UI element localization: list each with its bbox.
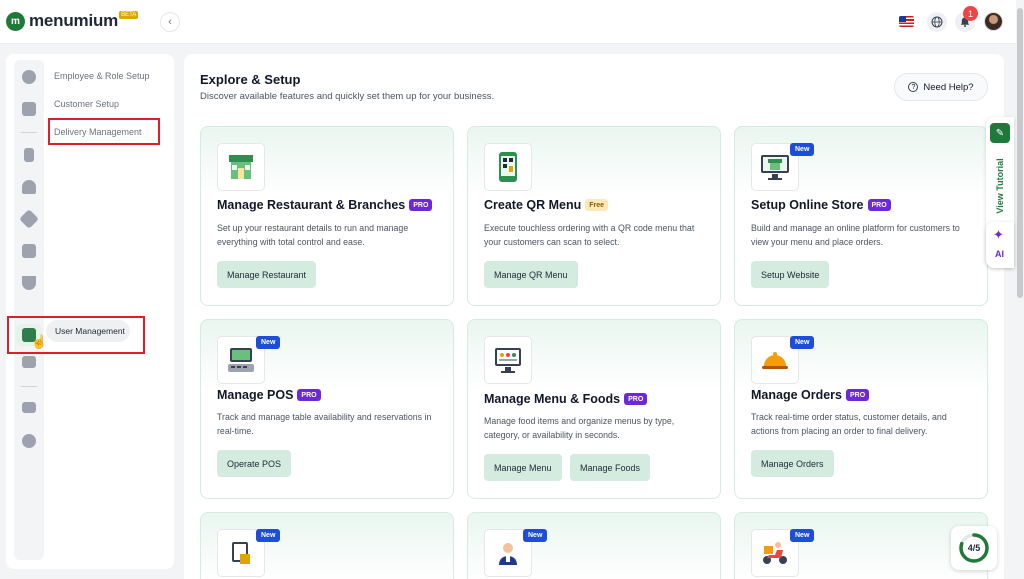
beta-badge: BETA — [119, 11, 139, 19]
card-title: Manage POS PRO — [217, 388, 321, 402]
progress-label: 4/5 — [967, 543, 981, 553]
divider — [21, 132, 37, 133]
pro-badge: PRO — [624, 393, 648, 405]
manage-orders-button[interactable]: Manage Orders — [751, 450, 834, 477]
card-description: Track and manage table availability and … — [217, 412, 432, 436]
bowl-icon[interactable] — [22, 276, 36, 290]
manage-menu-button[interactable]: Manage Menu — [484, 454, 562, 481]
chart-icon[interactable] — [22, 356, 36, 368]
divider — [21, 386, 37, 387]
new-badge: New — [790, 143, 815, 156]
logo-mark-icon: m — [6, 11, 25, 31]
pro-badge: PRO — [297, 389, 321, 401]
free-badge: Free — [585, 199, 609, 211]
operate-pos-button[interactable]: Operate POS — [217, 450, 292, 477]
avatar[interactable] — [984, 12, 1003, 31]
card-description: Manage food items and organize menus by … — [484, 416, 675, 440]
question-icon: ? — [908, 82, 919, 92]
new-badge: New — [523, 529, 548, 542]
new-badge: New — [790, 529, 815, 542]
top-bar: m menumium BETA ‹ 1 — [0, 0, 1024, 44]
icon-rail — [14, 60, 44, 560]
card-title: Setup Online Store PRO — [751, 198, 891, 212]
new-badge: New — [256, 336, 281, 349]
storefront-icon[interactable] — [22, 244, 36, 258]
card-manage-menu-foods: Manage Menu & Foods PRO Manage food items… — [467, 319, 721, 499]
card-partial: New — [467, 512, 721, 579]
globe-icon[interactable] — [927, 12, 947, 32]
sidebar: Employee & Role Setup Customer Setup Del… — [6, 54, 174, 569]
pro-badge: PRO — [409, 199, 433, 211]
card-setup-online-store: New Setup Online Store PRO Build and mana… — [734, 126, 988, 306]
chat-icon[interactable] — [22, 402, 36, 413]
us-flag-icon[interactable] — [899, 16, 914, 27]
card-partial: New — [734, 512, 988, 579]
collapse-sidebar-button[interactable]: ‹ — [160, 12, 180, 32]
highlight-box — [48, 118, 160, 145]
manage-foods-button[interactable]: Manage Foods — [570, 454, 651, 481]
card-manage-restaurant: Manage Restaurant & Branches PRO Set up y… — [200, 126, 454, 306]
scrollbar-thumb[interactable] — [1017, 8, 1023, 298]
setup-website-button[interactable]: Setup Website — [751, 261, 830, 288]
document-icon[interactable] — [24, 148, 34, 162]
pro-badge: PRO — [867, 199, 891, 211]
card-title: Manage Restaurant & Branches PRO — [217, 198, 433, 212]
logo-text: menumium — [29, 11, 119, 30]
need-help-label: Need Help? — [923, 81, 974, 93]
sidebar-item-employee-role-setup[interactable]: Employee & Role Setup — [54, 71, 150, 81]
menu-monitor-icon — [484, 336, 532, 384]
dashboard-icon[interactable] — [22, 70, 36, 84]
manage-qr-menu-button[interactable]: Manage QR Menu — [484, 261, 578, 288]
card-title: Manage Orders PRO — [751, 388, 870, 402]
cloche-icon[interactable] — [22, 180, 36, 194]
new-badge: New — [256, 529, 281, 542]
logo[interactable]: m menumium BETA — [6, 11, 139, 31]
card-description: Track real-time order status, customer d… — [751, 412, 947, 436]
card-manage-pos: New Manage POS PRO Track and manage table… — [200, 319, 454, 499]
card-manage-orders: New Manage Orders PRO Track real-time ord… — [734, 319, 988, 499]
leaf-icon: ✎ — [990, 123, 1010, 143]
need-help-button[interactable]: ? Need Help? — [894, 73, 988, 101]
tag-icon[interactable] — [19, 209, 39, 229]
page-title: Explore & Setup — [200, 72, 301, 87]
sparkle-icon: ✦ — [993, 227, 1004, 242]
ai-label: AI — [995, 249, 1004, 259]
card-partial: New — [200, 512, 454, 579]
hand-cursor-icon: ☝ — [31, 334, 48, 349]
view-tutorial-label: View Tutorial — [995, 158, 1005, 214]
setup-progress-widget[interactable]: 4/5 — [951, 526, 997, 570]
notification-badge: 1 — [963, 6, 978, 21]
pro-badge: PRO — [846, 389, 870, 401]
new-badge: New — [790, 336, 815, 349]
card-description: Execute touchless ordering with a QR cod… — [484, 223, 695, 247]
sidebar-item-customer-setup[interactable]: Customer Setup — [54, 99, 119, 109]
tools-icon[interactable] — [22, 102, 36, 116]
card-description: Build and manage an online platform for … — [751, 223, 960, 247]
tooltip-user-management: User Management — [46, 320, 130, 342]
page-subtitle: Discover available features and quickly … — [200, 91, 495, 102]
manage-restaurant-button[interactable]: Manage Restaurant — [217, 261, 317, 288]
chevron-left-icon: ‹ — [168, 16, 172, 28]
ai-tab[interactable]: ✦ AI — [986, 222, 1014, 268]
card-title: Manage Menu & Foods PRO — [484, 392, 648, 406]
gear-icon[interactable] — [22, 434, 36, 448]
main-panel: Explore & Setup Discover available featu… — [184, 54, 1004, 579]
card-description: Set up your restaurant details to run an… — [217, 223, 409, 247]
card-title: Create QR Menu Free — [484, 198, 609, 212]
card-create-qr-menu: Create QR Menu Free Execute touchless ord… — [467, 126, 721, 306]
storefront-icon — [217, 143, 265, 191]
qr-phone-icon — [484, 143, 532, 191]
